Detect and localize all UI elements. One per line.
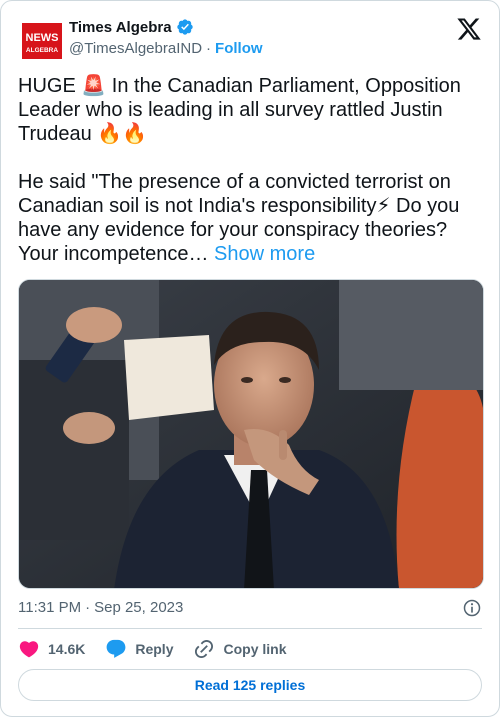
info-icon[interactable]	[462, 598, 482, 618]
tweet-text: HUGE 🚨 In the Canadian Parliament, Oppos…	[18, 74, 484, 266]
reply-bubble-icon	[106, 639, 126, 658]
copy-link-button[interactable]: Copy link	[193, 638, 287, 660]
author-name-row: Times Algebra	[69, 18, 194, 36]
verified-badge-icon	[176, 19, 193, 35]
reply-label: Reply	[135, 641, 174, 657]
heart-icon	[19, 641, 39, 658]
avatar[interactable]: NEWS ALGEBRA	[18, 17, 66, 65]
tweet-date: Sep 25, 2023	[94, 599, 184, 616]
tweet-actions: 14.6K Reply Copy link	[18, 638, 307, 660]
author-display-name[interactable]: Times Algebra	[69, 19, 172, 36]
divider	[18, 628, 482, 629]
copy-link-label: Copy link	[223, 641, 287, 657]
tweet-time: 11:31 PM	[18, 599, 82, 616]
tweet-photo[interactable]	[18, 279, 484, 589]
read-replies-button[interactable]: Read 125 replies	[18, 669, 482, 701]
separator-dot: ·	[206, 40, 212, 57]
svg-text:ALGEBRA: ALGEBRA	[26, 47, 58, 54]
tweet-timestamp[interactable]: 11:31 PM · Sep 25, 2023	[18, 599, 183, 616]
author-handle-row: @TimesAlgebraIND · Follow	[69, 40, 263, 57]
x-logo-icon[interactable]	[456, 16, 482, 42]
svg-text:NEWS: NEWS	[26, 32, 59, 44]
like-button[interactable]: 14.6K	[18, 638, 85, 660]
link-icon	[195, 639, 214, 659]
like-count: 14.6K	[48, 641, 86, 657]
photo-illustration	[19, 280, 483, 588]
timestamp-separator: ·	[85, 599, 91, 616]
tweet-body: HUGE 🚨 In the Canadian Parliament, Oppos…	[18, 75, 461, 265]
tweet-embed-card: NEWS ALGEBRA Times Algebra @TimesAlgebra…	[0, 0, 500, 717]
reply-button[interactable]: Reply	[105, 638, 173, 660]
avatar-logo-icon: NEWS ALGEBRA	[22, 23, 62, 59]
author-handle[interactable]: @TimesAlgebraIND	[69, 40, 202, 57]
follow-button[interactable]: Follow	[215, 40, 263, 57]
show-more-link[interactable]: Show more	[214, 243, 315, 265]
